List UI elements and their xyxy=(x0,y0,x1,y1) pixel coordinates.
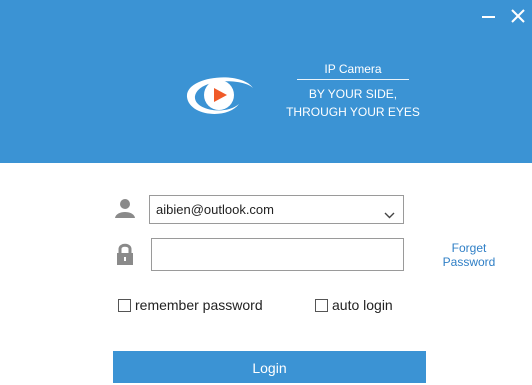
header-banner: IP Camera BY YOUR SIDE, THROUGH YOUR EYE… xyxy=(0,0,532,163)
close-icon[interactable] xyxy=(508,6,528,24)
tagline-line-1: BY YOUR SIDE, xyxy=(308,87,398,101)
user-icon xyxy=(114,197,136,224)
account-value: aibien@outlook.com xyxy=(156,202,274,217)
lock-icon xyxy=(116,242,134,271)
brand-title: IP Camera xyxy=(324,62,382,76)
forget-line-1: Forget xyxy=(451,241,487,255)
app-logo xyxy=(181,68,257,118)
remember-password-label: remember password xyxy=(135,297,263,313)
tagline-divider xyxy=(297,79,409,80)
remember-password-option[interactable]: remember password xyxy=(118,297,263,313)
auto-login-checkbox[interactable] xyxy=(315,298,328,312)
forget-line-2: Password xyxy=(442,255,496,269)
tagline-line-2: THROUGH YOUR EYES xyxy=(286,105,420,119)
brand-tagline: IP Camera BY YOUR SIDE, THROUGH YOUR EYE… xyxy=(277,58,429,128)
account-select[interactable]: aibien@outlook.com xyxy=(149,195,404,224)
chevron-down-icon[interactable] xyxy=(384,206,395,224)
auto-login-label: auto login xyxy=(332,297,393,313)
auto-login-option[interactable]: auto login xyxy=(315,297,393,313)
forget-password-link[interactable]: Forget Password xyxy=(424,241,514,269)
password-field[interactable] xyxy=(151,238,404,271)
remember-password-checkbox[interactable] xyxy=(118,298,131,312)
login-button[interactable]: Login xyxy=(113,351,426,383)
minimize-icon[interactable] xyxy=(478,6,498,24)
